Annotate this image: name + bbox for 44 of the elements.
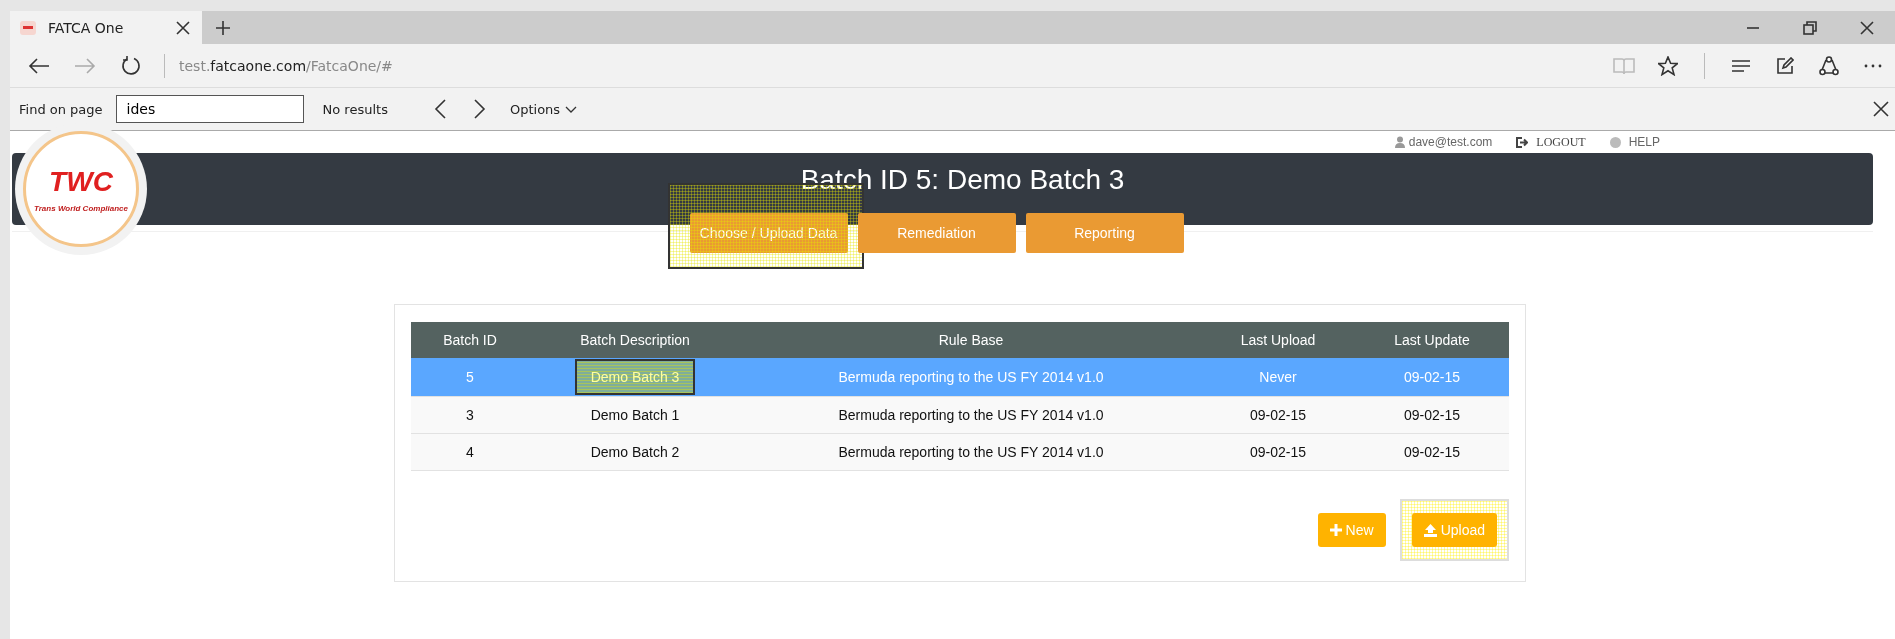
logo-text: TWC [49, 165, 113, 198]
table-cell-text: Bermuda reporting to the US FY 2014 v1.0 [838, 406, 1104, 425]
table-cell-text: Bermuda reporting to the US FY 2014 v1.0 [838, 368, 1104, 387]
plus-icon[interactable] [215, 19, 231, 36]
column-header: Batch Description [529, 322, 741, 358]
tab-logo-icon [20, 20, 36, 35]
table-cell-text: 09-02-15 [1249, 443, 1306, 462]
tab-title: FATCA One [48, 19, 125, 36]
table-cell-text: 3 [466, 406, 474, 425]
help-link[interactable]: HELP [1609, 135, 1660, 149]
column-header: Batch ID [411, 322, 529, 358]
find-field[interactable]: ides [115, 95, 304, 123]
logo-tagline: Trans World Compliance [34, 203, 128, 213]
column-header: Rule Base [741, 322, 1201, 358]
table-cell-text: 09-02-15 [1249, 406, 1306, 425]
table-cell-text: Bermuda reporting to the US FY 2014 v1.0 [838, 443, 1104, 462]
browser-tab[interactable]: FATCA One [10, 11, 202, 44]
logout-link[interactable]: LOGOUT [1516, 134, 1586, 150]
table-cell-text: 4 [466, 443, 474, 462]
table-cell-text: Demo Batch 1 [590, 406, 680, 425]
user-email: dave@test.com [1408, 135, 1493, 149]
table-cell-text: 09-02-15 [1403, 406, 1460, 425]
table-cell-text: 09-02-15 [1403, 443, 1460, 462]
table-cell-text: Never [1259, 368, 1297, 387]
table-cell: Demo Batch 3 [574, 359, 696, 395]
help-icon [1609, 136, 1621, 148]
close-icon[interactable] [1873, 101, 1889, 117]
find-result: No results [322, 101, 388, 117]
options-button[interactable]: Options [509, 101, 578, 117]
column-header: Last Update [1355, 322, 1509, 358]
logout-icon [1516, 136, 1529, 148]
table-cell-text: 09-02-15 [1403, 368, 1460, 387]
caret-icon [565, 105, 578, 113]
table-cell-text: 5 [466, 368, 474, 387]
table-row[interactable]: 4 Demo Batch 2 Bermuda reporting to the US FY 2014 v1.0 09-02-15 09-02-15 [411, 433, 1509, 471]
close-icon[interactable] [176, 20, 190, 35]
plus-icon [1329, 524, 1342, 536]
upload-icon [1423, 523, 1437, 537]
user-icon [1394, 136, 1405, 148]
column-header: Last Upload [1201, 322, 1355, 358]
find-label: Find on page [19, 101, 103, 117]
address-field[interactable]: test.fatcaone.com/FatcaOne/# [179, 57, 393, 74]
table-cell-text: Demo Batch 2 [590, 443, 680, 462]
table-row[interactable]: 3 Demo Batch 1 Bermuda reporting to the US FY 2014 v1.0 09-02-15 09-02-15 [411, 396, 1509, 434]
